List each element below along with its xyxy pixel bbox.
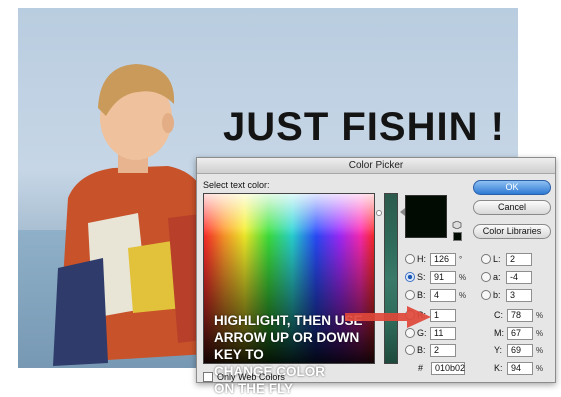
cyan-unit: %	[536, 310, 544, 320]
instruction-overlay: HIGHLIGHT, THEN USE ARROW UP OR DOWN KEY…	[214, 313, 363, 396]
saturation-label: S:	[417, 272, 426, 282]
hue-row: H: 126 °	[405, 252, 462, 266]
lab-b-field[interactable]: 3	[506, 288, 532, 302]
only-web-colors-label: Only Web Colors	[217, 372, 285, 382]
magenta-row: M: 67 %	[494, 326, 543, 340]
color-field[interactable]: HIGHLIGHT, THEN USE ARROW UP OR DOWN KEY…	[203, 193, 375, 396]
color-picker-dialog: Color Picker Select text color: HIGHLIGH…	[196, 157, 556, 396]
cyan-row: C: 78 %	[494, 308, 543, 322]
hue-label: H:	[417, 254, 426, 264]
blue-label: B:	[417, 345, 426, 355]
blue-row: B: 2	[405, 343, 456, 357]
black-unit: %	[536, 363, 544, 373]
magenta-field[interactable]: 67	[507, 326, 533, 340]
hue-slider[interactable]	[384, 193, 398, 364]
hex-label: #	[418, 363, 424, 373]
ok-button[interactable]: OK	[473, 180, 551, 195]
hex-field[interactable]: 010b02	[431, 361, 465, 375]
only-web-colors-checkbox[interactable]	[203, 372, 213, 382]
cyan-field[interactable]: 78	[507, 308, 533, 322]
only-web-colors-row: Only Web Colors	[203, 372, 285, 382]
web-safe-swatch[interactable]	[453, 232, 462, 241]
select-text-color-label: Select text color:	[203, 180, 270, 190]
black-label: K:	[494, 363, 503, 373]
brightness-radio[interactable]	[405, 290, 415, 300]
new-color-swatch	[405, 195, 447, 238]
lab-a-row: a: -4	[481, 270, 532, 284]
lab-l-field[interactable]: 2	[506, 252, 532, 266]
headline-text: JUST FISHIN !	[223, 105, 505, 149]
yellow-label: Y:	[494, 345, 503, 355]
hex-row: # 010b02	[418, 361, 465, 375]
yellow-field[interactable]: 69	[507, 343, 533, 357]
dialog-title: Color Picker	[197, 158, 555, 174]
lab-a-radio[interactable]	[481, 272, 491, 282]
cyan-label: C:	[494, 310, 503, 320]
cancel-button[interactable]: Cancel	[473, 200, 551, 215]
lab-l-radio[interactable]	[481, 254, 491, 264]
brightness-field[interactable]: 4	[430, 288, 456, 302]
lab-b-label: b:	[493, 290, 501, 300]
color-libraries-button[interactable]: Color Libraries	[473, 224, 551, 239]
lab-b-radio[interactable]	[481, 290, 491, 300]
brightness-row: B: 4 %	[405, 288, 466, 302]
web-cube-icon[interactable]	[452, 221, 462, 229]
hue-radio[interactable]	[405, 254, 415, 264]
yellow-unit: %	[536, 345, 544, 355]
lab-l-row: L: 2	[481, 252, 532, 266]
saturation-unit: %	[459, 272, 467, 282]
brightness-label: B:	[417, 290, 426, 300]
hue-unit: °	[459, 254, 463, 264]
brightness-unit: %	[459, 290, 467, 300]
lab-l-label: L:	[493, 254, 501, 264]
black-field[interactable]: 94	[507, 361, 533, 375]
black-row: K: 94 %	[494, 361, 543, 375]
color-field-marker[interactable]	[376, 210, 382, 216]
magenta-unit: %	[536, 328, 544, 338]
pointer-arrow-icon	[345, 306, 431, 328]
lab-b-row: b: 3	[481, 288, 532, 302]
blue-field[interactable]: 2	[430, 343, 456, 357]
yellow-row: Y: 69 %	[494, 343, 543, 357]
lab-a-label: a:	[493, 272, 501, 282]
magenta-label: M:	[494, 328, 504, 338]
hue-field[interactable]: 126	[430, 252, 456, 266]
saturation-field[interactable]: 91	[430, 270, 456, 284]
lab-a-field[interactable]: -4	[506, 270, 532, 284]
saturation-row: S: 91 %	[405, 270, 466, 284]
saturation-radio[interactable]	[405, 272, 415, 282]
blue-radio[interactable]	[405, 345, 415, 355]
